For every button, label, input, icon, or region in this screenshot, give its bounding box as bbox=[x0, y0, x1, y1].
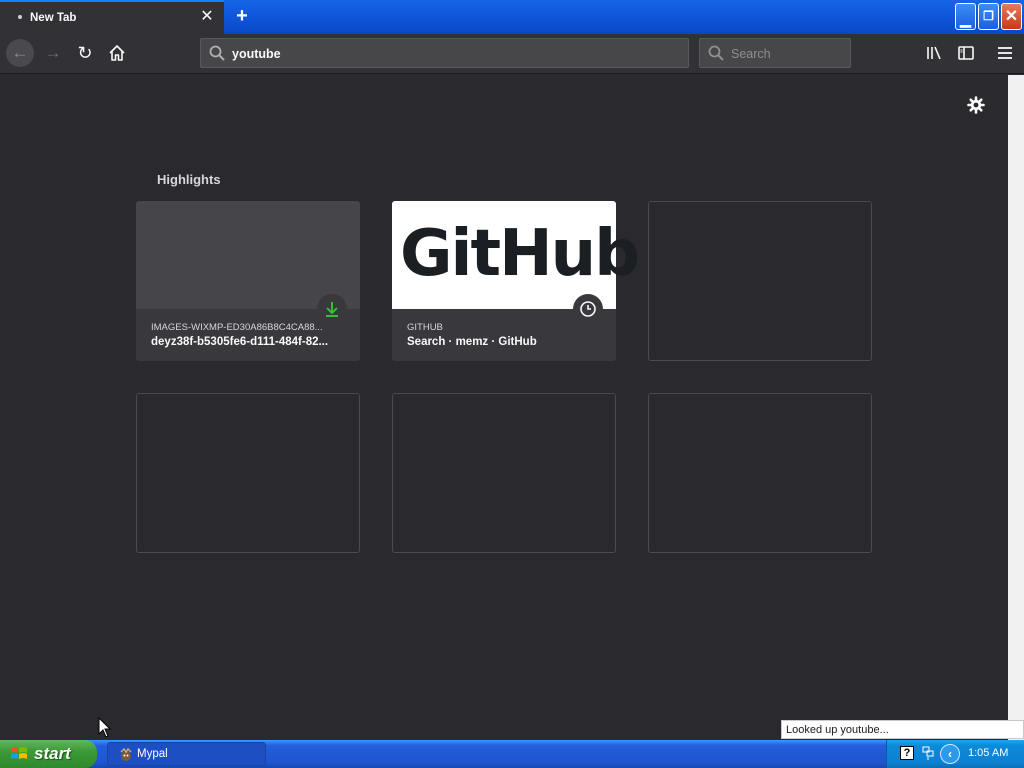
empty-highlight-slot bbox=[648, 201, 872, 361]
minimize-icon: ▁ bbox=[960, 11, 971, 27]
highlight-card[interactable]: GitHub GITHUB Search · memz · GitHub bbox=[392, 201, 640, 361]
card-title: Search · memz · GitHub bbox=[407, 336, 537, 348]
search-bar[interactable] bbox=[699, 38, 851, 68]
restore-icon: ❐ bbox=[983, 9, 994, 23]
library-icon[interactable] bbox=[924, 43, 944, 63]
chevron-left-icon[interactable]: ‹ bbox=[940, 744, 960, 764]
url-input[interactable] bbox=[232, 45, 672, 63]
system-tray: ? ‹ 1:05 AM bbox=[886, 740, 1024, 768]
card-thumbnail: GitHub bbox=[392, 201, 640, 309]
tab-title: New Tab bbox=[30, 12, 77, 24]
mouse-cursor-icon bbox=[98, 717, 112, 738]
tab-indicator-dot bbox=[18, 15, 22, 19]
taskbar-item-mypal[interactable]: Mypal bbox=[107, 742, 266, 766]
vertical-scrollbar[interactable] bbox=[1008, 75, 1024, 740]
start-button[interactable]: start bbox=[0, 740, 97, 768]
windows-logo-icon bbox=[11, 747, 27, 759]
start-label: start bbox=[34, 744, 71, 763]
clock: 1:05 AM bbox=[968, 747, 1009, 759]
tab-close-icon[interactable]: ✕ bbox=[199, 9, 215, 25]
card-title: deyz38f-b5305fe6-d111-484f-82... bbox=[151, 336, 329, 348]
taskbar-item-label: Mypal bbox=[137, 748, 168, 760]
navigation-toolbar: ← → ↻ bbox=[0, 34, 1024, 74]
highlights-title: Highlights bbox=[157, 172, 221, 187]
close-window-button[interactable]: ✕ bbox=[1001, 3, 1022, 30]
help-icon[interactable]: ? bbox=[900, 746, 914, 760]
highlight-card[interactable]: IMAGES-WIXMP-ED30A86B8C4CA88... deyz38f-… bbox=[136, 201, 360, 361]
url-bar[interactable] bbox=[200, 38, 689, 68]
clock-icon bbox=[573, 294, 603, 324]
search-input[interactable] bbox=[731, 45, 841, 63]
back-arrow-icon[interactable]: ← bbox=[6, 39, 34, 67]
forward-arrow-icon[interactable]: → bbox=[39, 39, 67, 67]
mypal-app-icon bbox=[120, 747, 132, 761]
close-window-icon: ✕ bbox=[1004, 8, 1019, 25]
card-host: GITHUB bbox=[407, 322, 443, 333]
home-icon[interactable] bbox=[103, 39, 131, 67]
tab-new-tab[interactable]: New Tab ✕ bbox=[0, 0, 224, 34]
search-icon bbox=[708, 45, 724, 61]
status-tooltip: Looked up youtube... bbox=[781, 720, 1024, 739]
card-thumbnail bbox=[136, 201, 360, 309]
hamburger-menu-icon[interactable] bbox=[995, 43, 1015, 63]
card-host: IMAGES-WIXMP-ED30A86B8C4CA88... bbox=[151, 322, 323, 333]
download-icon bbox=[317, 294, 347, 324]
new-tab-plus-icon[interactable]: + bbox=[232, 6, 252, 26]
empty-highlight-slot bbox=[648, 393, 872, 553]
reload-icon[interactable]: ↻ bbox=[71, 39, 99, 67]
restore-button[interactable]: ❐ bbox=[978, 3, 999, 30]
network-icon[interactable] bbox=[922, 745, 934, 761]
minimize-button[interactable]: ▁ bbox=[955, 3, 976, 30]
empty-highlight-slot bbox=[136, 393, 360, 553]
github-logo-text: GitHub bbox=[400, 217, 640, 291]
sidebar-icon[interactable] bbox=[956, 43, 976, 63]
empty-highlight-slot bbox=[392, 393, 616, 553]
gear-icon[interactable] bbox=[966, 95, 986, 115]
search-icon bbox=[209, 45, 225, 61]
